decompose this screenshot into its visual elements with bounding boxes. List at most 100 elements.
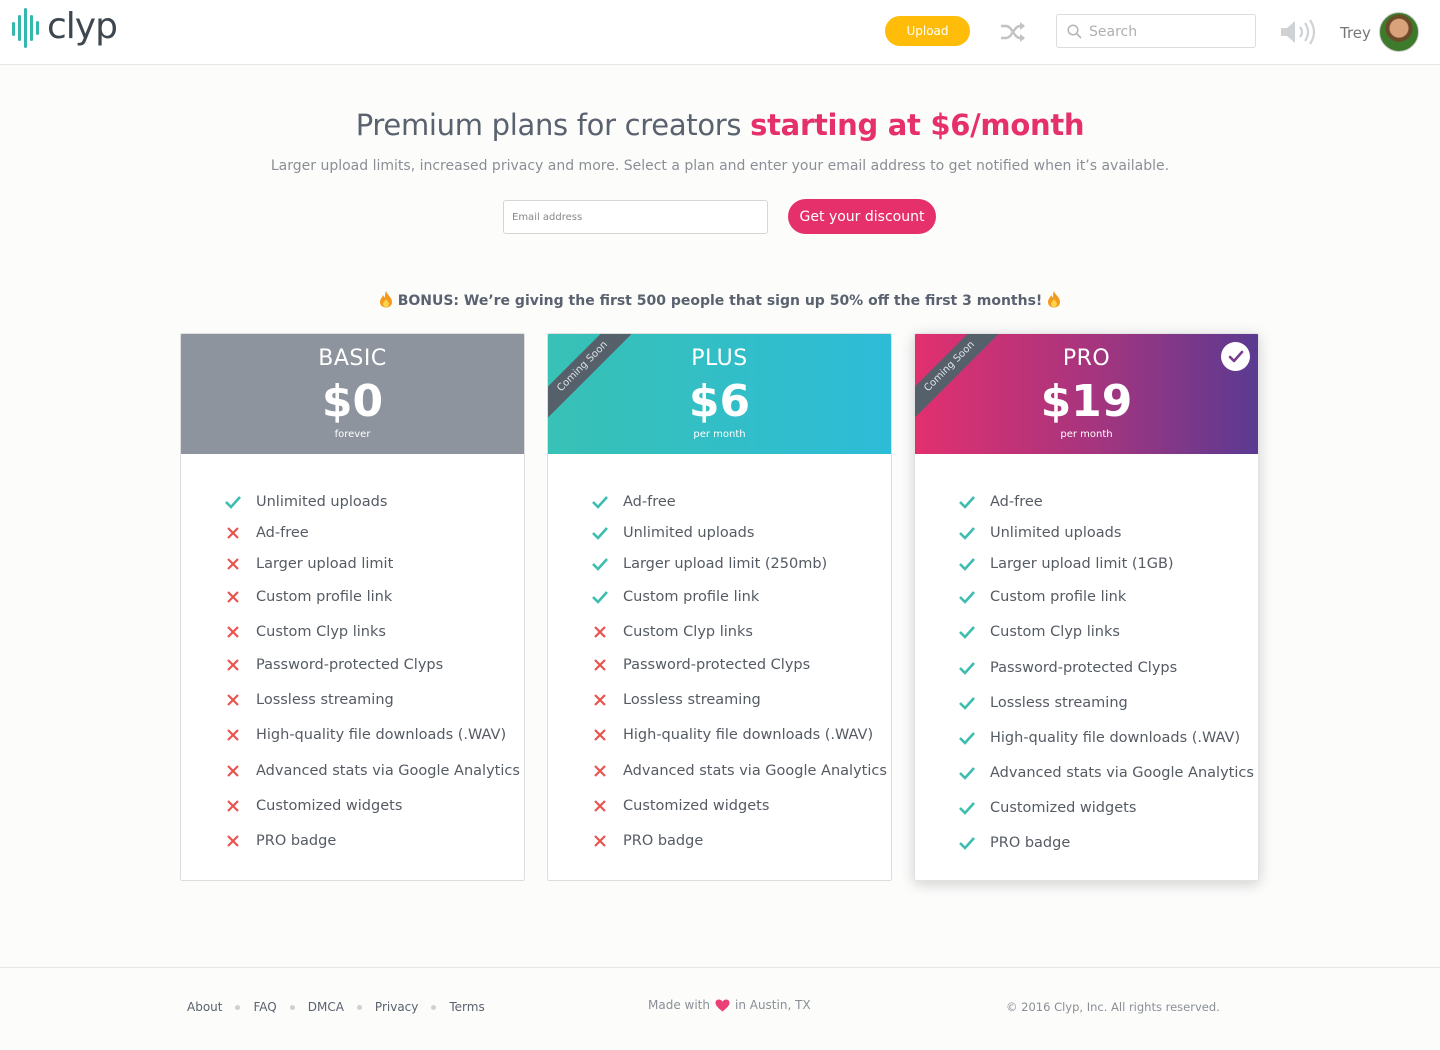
clyp-logo[interactable]: clyp (11, 6, 118, 50)
cross-icon (223, 725, 243, 745)
footer-link-dmca[interactable]: DMCA (308, 1000, 344, 1014)
feature-label: Advanced stats via Google Analytics (990, 765, 1254, 781)
feature-label: Ad-free (990, 494, 1043, 510)
feature-item: Larger upload limit (250mb) (590, 552, 827, 576)
feature-label: Unlimited uploads (256, 494, 388, 510)
check-icon (957, 798, 977, 818)
cross-icon (223, 796, 243, 816)
feature-item: Custom Clyp links (957, 620, 1120, 644)
cross-icon (223, 761, 243, 781)
check-icon (957, 523, 977, 543)
feature-item: Unlimited uploads (590, 521, 754, 545)
get-discount-button[interactable]: Get your discount (788, 199, 936, 234)
check-icon (590, 554, 610, 574)
separator-dot (431, 1004, 437, 1010)
volume-icon[interactable] (1279, 18, 1319, 46)
shuffle-icon[interactable] (1000, 20, 1026, 44)
feature-label: Password-protected Clyps (623, 657, 811, 673)
feature-label: Custom Clyp links (990, 624, 1120, 640)
cross-icon (590, 655, 610, 675)
made-with-love: Made with in Austin, TX (648, 998, 811, 1012)
check-icon (957, 622, 977, 642)
feature-label: Password-protected Clyps (256, 657, 444, 673)
cross-icon (590, 622, 610, 642)
feature-item: PRO badge (957, 831, 1070, 855)
plan-period: per month (1060, 429, 1113, 440)
feature-item: Custom profile link (957, 585, 1126, 609)
cross-icon (223, 622, 243, 642)
feature-item: Larger upload limit (223, 552, 393, 576)
feature-label: Password-protected Clyps (990, 660, 1178, 676)
cross-icon (223, 523, 243, 543)
feature-label: Custom Clyp links (256, 624, 386, 640)
cross-icon (590, 690, 610, 710)
plan-header: Coming Soon PLUS $6 per month (548, 334, 891, 454)
check-icon (957, 763, 977, 783)
feature-item: Larger upload limit (1GB) (957, 552, 1174, 576)
feature-label: Larger upload limit (256, 556, 394, 572)
feature-item: Custom profile link (223, 585, 392, 609)
cross-icon (223, 690, 243, 710)
feature-label: Larger upload limit (250mb) (623, 556, 828, 572)
plan-period: per month (693, 429, 746, 440)
feature-item: Password-protected Clyps (590, 653, 810, 677)
footer-link-terms[interactable]: Terms (449, 1000, 484, 1014)
feature-item: Lossless streaming (223, 688, 394, 712)
plan-card-basic[interactable]: BASIC $0 forever Unlimited uploads Ad-fre… (180, 333, 525, 881)
search-box[interactable] (1056, 14, 1256, 48)
title-plain: Premium plans for creators (355, 108, 751, 142)
feature-label: Lossless streaming (990, 695, 1128, 711)
plan-price: $0 (321, 376, 384, 427)
feature-item: High-quality file downloads (.WAV) (223, 723, 506, 747)
footer: About FAQ DMCA Privacy Terms Made with i… (0, 967, 1440, 1050)
bonus-text: BONUS: We’re giving the first 500 people… (397, 293, 1043, 309)
username[interactable]: Trey (1340, 24, 1371, 42)
footer-link-faq[interactable]: FAQ (253, 1000, 276, 1014)
email-field[interactable] (503, 200, 768, 234)
fire-icon (379, 291, 392, 308)
check-icon (590, 492, 610, 512)
feature-item: Customized widgets (957, 796, 1136, 820)
feature-item: Customized widgets (223, 794, 402, 818)
check-icon (957, 492, 977, 512)
search-input[interactable] (1089, 21, 1249, 43)
feature-item: Custom Clyp links (590, 620, 753, 644)
plan-card-pro[interactable]: Coming Soon PRO $19 per month Ad-free Unl… (914, 333, 1259, 881)
feature-label: PRO badge (623, 833, 704, 849)
check-icon (957, 554, 977, 574)
plan-name: PLUS (691, 346, 748, 371)
search-icon (1067, 24, 1082, 39)
cross-icon (590, 761, 610, 781)
check-icon (957, 658, 977, 678)
footer-link-privacy[interactable]: Privacy (375, 1000, 418, 1014)
check-icon (957, 693, 977, 713)
cross-icon (223, 655, 243, 675)
feature-item: Custom profile link (590, 585, 759, 609)
heart-icon (715, 999, 730, 1011)
feature-item: Advanced stats via Google Analytics (223, 759, 520, 783)
page-title: Premium plans for creators starting at $… (0, 108, 1440, 142)
feature-label: Advanced stats via Google Analytics (256, 763, 520, 779)
title-accent: starting at $6/month (750, 108, 1085, 142)
feature-item: PRO badge (590, 829, 703, 853)
separator-dot (235, 1004, 241, 1010)
feature-label: Custom profile link (256, 589, 393, 605)
feature-item: Unlimited uploads (957, 521, 1121, 545)
feature-item: Lossless streaming (590, 688, 761, 712)
plan-price: $19 (1040, 376, 1133, 427)
cross-icon (223, 831, 243, 851)
feature-item: Unlimited uploads (223, 490, 387, 514)
plan-header: Coming Soon PRO $19 per month (915, 334, 1258, 454)
check-icon (590, 587, 610, 607)
logo-waveform-icon (12, 8, 39, 48)
footer-links: About FAQ DMCA Privacy Terms (187, 1000, 485, 1014)
feature-item: Ad-free (223, 521, 309, 545)
plan-card-plus[interactable]: Coming Soon PLUS $6 per month Ad-free Unl… (547, 333, 892, 881)
footer-link-about[interactable]: About (187, 1000, 222, 1014)
avatar[interactable] (1379, 12, 1419, 52)
bonus-banner: BONUS: We’re giving the first 500 people… (0, 290, 1440, 309)
feature-label: Custom profile link (623, 589, 760, 605)
cross-icon (223, 554, 243, 574)
check-icon (957, 587, 977, 607)
upload-button[interactable]: Upload (885, 16, 970, 46)
